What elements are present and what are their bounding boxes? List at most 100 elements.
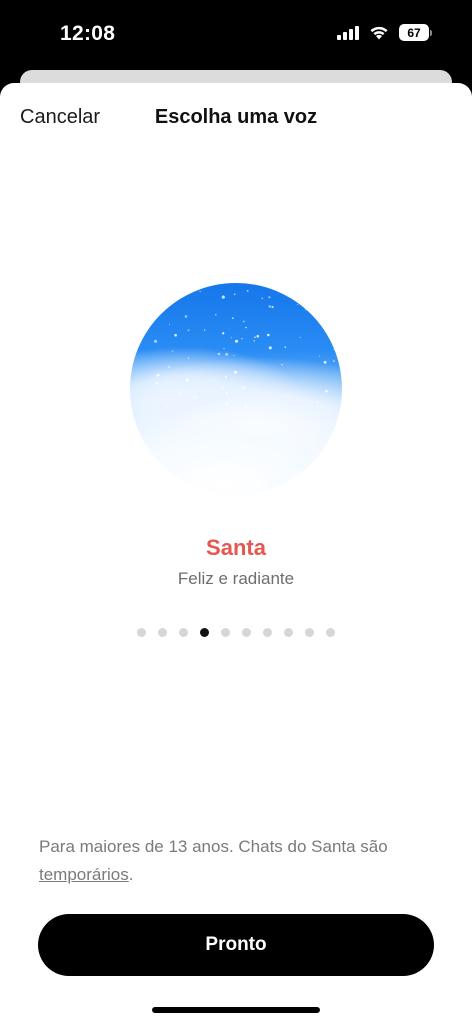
snowflake: [261, 297, 264, 300]
snowflake: [296, 303, 299, 306]
snowflake: [188, 357, 190, 359]
snowflake: [323, 360, 327, 364]
snowflake: [268, 305, 271, 308]
snowflake: [169, 324, 170, 325]
snowflake: [317, 400, 319, 403]
snowflake: [234, 370, 237, 374]
snowflake: [165, 405, 168, 408]
snowflake: [267, 333, 270, 337]
home-indicator: [152, 1007, 320, 1013]
snowflake: [225, 391, 228, 394]
snowflake: [268, 296, 271, 299]
snowflake: [179, 393, 182, 396]
voice-orb[interactable]: [130, 283, 342, 495]
snowflake: [299, 336, 301, 339]
snowflake: [331, 326, 334, 328]
snowflake: [168, 366, 170, 368]
snowflake: [244, 405, 247, 408]
pager-dot[interactable]: [242, 628, 251, 637]
voice-name: Santa: [206, 535, 266, 560]
pager-dot[interactable]: [326, 628, 335, 637]
snowflake: [217, 352, 221, 356]
pager-dot[interactable]: [137, 628, 146, 637]
status-time: 12:08: [60, 22, 116, 45]
snowflake: [174, 333, 177, 337]
snowflake: [333, 360, 335, 362]
pager-dot[interactable]: [158, 628, 167, 637]
snowflake: [193, 395, 196, 399]
age-notice: Para maiores de 13 anos. Chats do Santa …: [39, 833, 442, 889]
pager-dot[interactable]: [179, 628, 188, 637]
status-icons: 67: [337, 24, 432, 41]
voice-picker-sheet: Cancelar Escolha uma voz Santa Feliz e r…: [0, 83, 472, 1024]
snowflake: [199, 290, 201, 292]
snowflake: [319, 355, 321, 357]
snowflake: [157, 373, 160, 376]
snowflake: [155, 381, 158, 385]
cellular-signal-icon: [337, 25, 359, 40]
done-button[interactable]: Pronto: [38, 914, 434, 976]
snowflake: [268, 346, 272, 350]
snowflake: [242, 320, 245, 323]
snowflake: [214, 313, 217, 316]
snowflake: [325, 389, 328, 393]
snowflake: [221, 295, 225, 299]
snowflake: [225, 402, 229, 406]
wifi-icon: [370, 26, 388, 40]
snowflake: [186, 402, 187, 404]
age-notice-suffix: .: [128, 865, 134, 884]
snowflake: [305, 308, 307, 311]
snowflake: [230, 337, 232, 339]
snowflake: [254, 336, 256, 339]
battery-level: 67: [399, 24, 429, 41]
snowflake: [184, 315, 188, 318]
snowflake: [256, 334, 260, 338]
snowflake: [233, 293, 236, 295]
snowflake: [154, 339, 158, 343]
snowflake: [133, 305, 137, 308]
snowflake: [142, 329, 145, 332]
snowflake: [165, 292, 169, 296]
snowflake: [231, 317, 234, 319]
voice-description: Feliz e radiante: [177, 569, 295, 588]
snowflake: [138, 336, 142, 339]
snowflake: [157, 313, 160, 316]
snowflake: [332, 349, 334, 351]
pager-dot[interactable]: [263, 628, 272, 637]
snowflake: [165, 291, 167, 294]
pager-dot[interactable]: [284, 628, 293, 637]
pager-dot[interactable]: [305, 628, 314, 637]
age-notice-text: Para maiores de 13 anos. Chats do Santa …: [39, 837, 388, 856]
snowflake: [271, 305, 274, 309]
snowflake: [225, 352, 229, 356]
temporary-chats-link[interactable]: temporários: [39, 865, 129, 884]
snowflakes-graphic: [133, 290, 335, 408]
snowflake: [140, 331, 142, 334]
snowflake: [253, 340, 255, 342]
voice-pager: [0, 628, 472, 637]
snowflake: [284, 346, 287, 348]
snowflake: [223, 348, 225, 350]
snowflake: [235, 339, 238, 343]
snowflake: [269, 391, 271, 394]
snowflake: [233, 354, 235, 356]
snowflake: [222, 387, 224, 390]
snowflake: [145, 393, 147, 395]
snowflake: [281, 363, 283, 366]
pager-dot-active[interactable]: [200, 628, 209, 637]
battery-tip: [430, 29, 432, 36]
snowflake: [171, 350, 174, 353]
snowflake: [241, 338, 243, 340]
snowflake: [185, 378, 189, 382]
status-bar: 12:08 67: [0, 0, 472, 70]
snowflake: [187, 329, 190, 332]
snowflake: [245, 326, 247, 329]
snowflake: [224, 375, 227, 378]
snowflake: [242, 386, 246, 390]
pager-dot[interactable]: [221, 628, 230, 637]
snowflake: [246, 290, 249, 292]
snowflake: [222, 332, 225, 335]
cancel-button[interactable]: Cancelar: [20, 106, 100, 129]
battery-icon: 67: [399, 24, 432, 41]
snowflake: [204, 329, 206, 331]
